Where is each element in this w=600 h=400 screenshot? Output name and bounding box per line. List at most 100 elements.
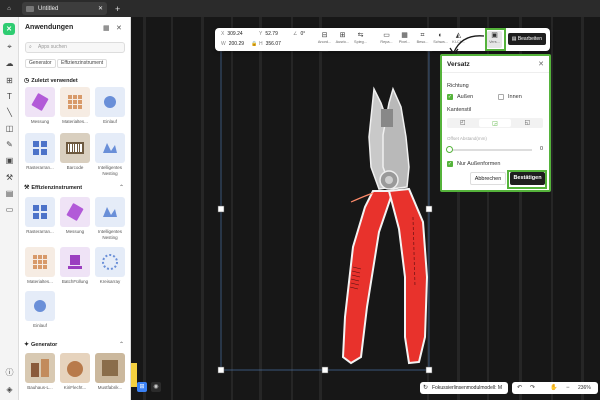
app-tile[interactable] xyxy=(25,87,55,117)
field-w-value[interactable]: 200.29 xyxy=(229,41,244,47)
field-h-value[interactable]: 356.07 xyxy=(266,41,281,47)
offset-value[interactable]: 0 xyxy=(540,146,543,152)
tool-mirror[interactable]: ⇆ Spieg... xyxy=(353,31,368,48)
offset-slider-knob[interactable] xyxy=(446,146,453,153)
bottom-left-controls: ⊞ ◉ xyxy=(137,382,161,392)
zoom-out-icon[interactable]: − xyxy=(566,382,570,394)
tool-label: Anord... xyxy=(317,40,332,44)
bolt-icon: ⚒ xyxy=(24,185,30,191)
chip-efficiency[interactable]: Effizienzinstrument xyxy=(57,59,108,68)
undo-icon[interactable]: ↶ xyxy=(517,382,522,394)
app-tile[interactable] xyxy=(60,197,90,227)
outer-only-label: Nur Außenformen xyxy=(457,161,501,167)
tab-title: Untitled xyxy=(38,5,59,12)
app-tile[interactable] xyxy=(60,133,90,163)
field-rotation-value[interactable]: 0° xyxy=(300,31,305,37)
tool-arrange[interactable]: ⊟ Anord... xyxy=(317,31,332,48)
tools-icon[interactable]: ⚒ xyxy=(4,172,15,183)
pen-icon[interactable]: ✎ xyxy=(4,139,15,150)
app-tile[interactable] xyxy=(25,133,55,163)
field-x-value[interactable]: 309.24 xyxy=(227,31,242,37)
field-w[interactable]: W 200.29 xyxy=(221,41,244,47)
tool-rail: ✕ ⌖ ☁ ⊞ T ╲ ◫ ✎ ▣ ⚒ ▤ ▭ ⓘ ◈ xyxy=(0,17,19,400)
home-icon[interactable]: ⌂ xyxy=(0,0,18,17)
tool-align[interactable]: ⊞ Ausric... xyxy=(335,31,350,48)
redo-icon[interactable]: ↷ xyxy=(530,382,535,394)
app-tile[interactable] xyxy=(60,247,90,277)
app-tile[interactable] xyxy=(95,247,125,277)
cancel-button[interactable]: Abbrechen xyxy=(470,172,506,185)
field-y[interactable]: Y 52.79 xyxy=(259,31,278,37)
chip-generator[interactable]: Generator xyxy=(25,59,56,68)
stack-icon[interactable]: ◈ xyxy=(4,384,15,395)
tool-label: Pixel... xyxy=(398,40,411,44)
app-tile[interactable] xyxy=(25,247,55,277)
tab-untitled[interactable]: Untitled ✕ xyxy=(22,2,107,15)
offset-distance-label: Offset Abstand(mm) xyxy=(447,136,487,141)
arrange-icon: ⊟ xyxy=(321,32,328,39)
highlight-confirm-button xyxy=(507,170,547,189)
new-tab-button[interactable]: + xyxy=(115,4,120,14)
text-icon[interactable]: T xyxy=(4,91,15,102)
edge-style-selector[interactable]: ◰ ◲ ◱ xyxy=(447,118,543,128)
checkbox-outer-only[interactable]: ✓ xyxy=(447,161,453,167)
app-tile[interactable] xyxy=(95,87,125,117)
close-icon[interactable]: ✕ xyxy=(116,24,122,32)
checkbox-outer[interactable]: ✓ xyxy=(447,94,453,100)
edge-chamfer-icon[interactable]: ◱ xyxy=(512,118,543,128)
close-icon[interactable]: ✕ xyxy=(538,60,544,68)
tool-label: Repa... xyxy=(380,40,393,44)
app-tile[interactable] xyxy=(25,291,55,321)
offset-slider[interactable] xyxy=(448,149,532,151)
lock-icon[interactable]: 🔒 xyxy=(251,41,257,47)
camera-icon[interactable]: ▣ xyxy=(4,155,15,166)
dialog-title: Versatz xyxy=(447,61,470,68)
field-x[interactable]: X 309.24 xyxy=(221,31,243,37)
search-icon: ⌕ xyxy=(29,44,32,50)
edge-round-icon[interactable]: ◰ xyxy=(447,118,478,128)
focus-lens-selector[interactable]: ↻ Fokussierlinsenmodulmodell: M xyxy=(420,382,508,394)
checkbox-inner[interactable] xyxy=(498,94,504,100)
app-tile[interactable] xyxy=(60,87,90,117)
app-tile[interactable] xyxy=(95,353,125,383)
field-h[interactable]: H 356.07 xyxy=(259,41,281,47)
app-tile[interactable] xyxy=(25,197,55,227)
search-input[interactable]: ⌕ Apps suchen xyxy=(25,42,125,53)
line-icon[interactable]: ╲ xyxy=(4,107,15,118)
file-icon xyxy=(26,5,34,12)
app-tile[interactable] xyxy=(95,133,125,163)
tool-pixel[interactable]: ▦ Pixel... xyxy=(397,31,412,48)
tile-label: Einlauf xyxy=(33,323,47,328)
zoom-level[interactable]: 236% xyxy=(578,382,591,394)
library-icon[interactable]: ▦ xyxy=(103,24,110,32)
app-tile[interactable] xyxy=(25,353,55,383)
close-tab-icon[interactable]: ✕ xyxy=(98,5,103,12)
edge-sharp-icon[interactable]: ◲ xyxy=(479,119,511,127)
grid-icon[interactable]: ⊞ xyxy=(137,382,147,392)
section-recent: ◷ Zuletzt verwendet xyxy=(24,77,78,85)
section-generator: ✦ Generator xyxy=(24,341,57,349)
pixel-icon: ▦ xyxy=(401,32,408,39)
layers-icon[interactable]: ▤ xyxy=(4,188,15,199)
eye-icon[interactable]: ◉ xyxy=(151,382,161,392)
app-logo-icon: ✕ xyxy=(3,23,15,35)
cursor-icon[interactable]: ⌖ xyxy=(4,41,15,52)
collapse-icon[interactable]: ⌃ xyxy=(119,341,124,348)
hand-icon[interactable]: ✋ xyxy=(550,382,557,394)
field-rotation[interactable]: ∠ 0° xyxy=(293,31,305,37)
app-tile[interactable] xyxy=(60,353,90,383)
import-icon[interactable]: ⊞ xyxy=(4,75,15,86)
collapse-icon[interactable]: ⌃ xyxy=(119,184,124,191)
cloud-icon[interactable]: ☁ xyxy=(4,58,15,69)
tile-label: Intelligentes Nesting xyxy=(97,165,123,176)
tool-repair[interactable]: ▭ Repa... xyxy=(379,31,394,48)
field-h-label: H xyxy=(259,41,263,47)
folder-icon[interactable]: ▭ xyxy=(4,204,15,215)
field-y-value[interactable]: 52.79 xyxy=(265,31,278,37)
tool-crop[interactable]: ⌗ Beso... xyxy=(415,31,430,48)
edit-button[interactable]: ▤ Bearbeiten xyxy=(507,33,546,45)
info-icon[interactable]: ⓘ xyxy=(4,367,15,378)
shapes-icon[interactable]: ◫ xyxy=(4,123,15,134)
app-tile[interactable] xyxy=(95,197,125,227)
tool-label: Spieg... xyxy=(354,40,367,44)
